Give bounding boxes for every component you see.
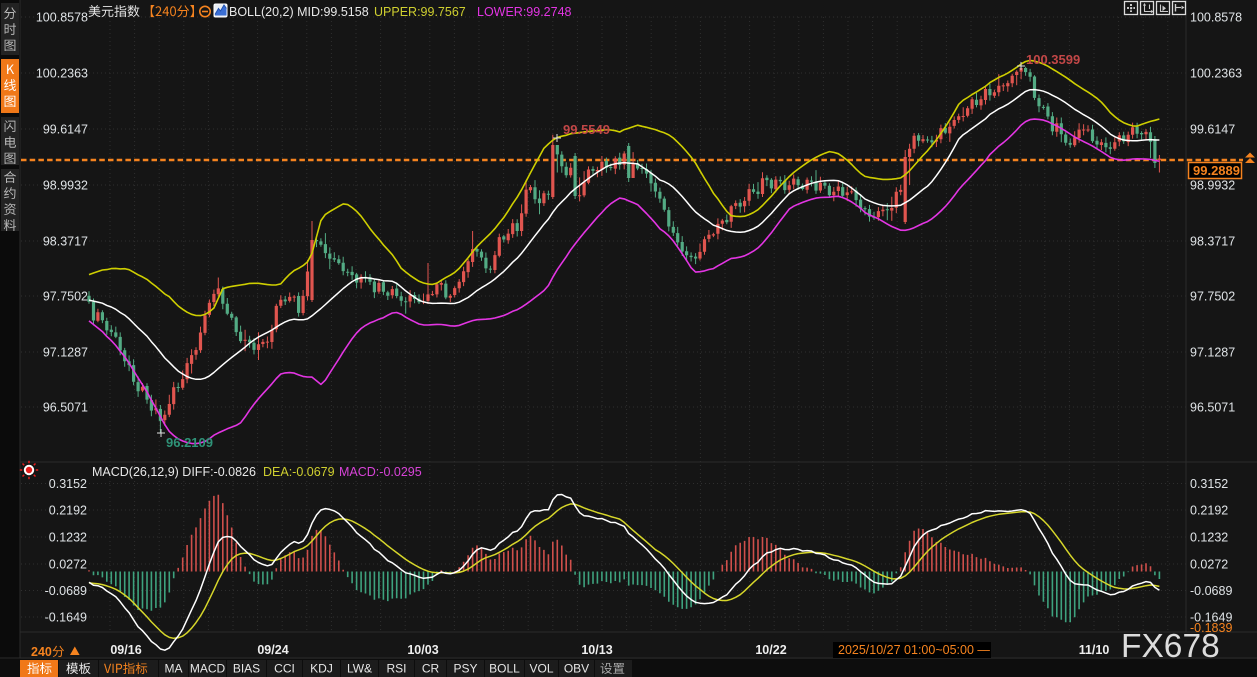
svg-text:97.7502: 97.7502 — [1190, 290, 1235, 304]
svg-text:100.8578: 100.8578 — [36, 11, 88, 25]
svg-text:RSI: RSI — [386, 662, 406, 676]
svg-text:BOLL: BOLL — [489, 662, 520, 676]
svg-text:98.9932: 98.9932 — [1190, 179, 1235, 193]
svg-text:DEA:-0.0679: DEA:-0.0679 — [263, 465, 335, 479]
svg-text:240: 240 — [31, 645, 52, 659]
svg-text:10/22: 10/22 — [755, 643, 786, 657]
svg-text:100.8578: 100.8578 — [1190, 11, 1242, 25]
svg-text:UPPER:99.7567: UPPER:99.7567 — [374, 5, 466, 19]
svg-text:PSY: PSY — [453, 662, 477, 676]
svg-text:09/24: 09/24 — [257, 643, 288, 657]
svg-text:98.3717: 98.3717 — [1190, 235, 1235, 249]
svg-text:MACD: MACD — [190, 662, 226, 676]
svg-text:KDJ: KDJ — [310, 662, 333, 676]
svg-text:CCI: CCI — [274, 662, 295, 676]
svg-text:0.2192: 0.2192 — [49, 504, 87, 518]
svg-text:100.2363: 100.2363 — [36, 67, 88, 81]
svg-text:99.5549: 99.5549 — [563, 122, 610, 137]
svg-text:CR: CR — [422, 662, 440, 676]
svg-text:98.9932: 98.9932 — [43, 179, 88, 193]
svg-text:MACD(26,12,9) DIFF:-0.0826: MACD(26,12,9) DIFF:-0.0826 — [92, 465, 256, 479]
svg-text:99.2889: 99.2889 — [1193, 163, 1240, 178]
svg-text:96.2109: 96.2109 — [166, 435, 213, 450]
svg-text:0.0272: 0.0272 — [1190, 558, 1228, 572]
svg-text:100.2363: 100.2363 — [1190, 67, 1242, 81]
svg-text:0.2192: 0.2192 — [1190, 504, 1228, 518]
svg-text:VOL: VOL — [529, 662, 553, 676]
svg-text:0.3152: 0.3152 — [49, 477, 87, 491]
svg-text:10/03: 10/03 — [407, 643, 438, 657]
svg-text:-0.0689: -0.0689 — [45, 584, 87, 598]
svg-text:10/13: 10/13 — [581, 643, 612, 657]
svg-text:11/10: 11/10 — [1079, 643, 1110, 657]
svg-text:0.3152: 0.3152 — [1190, 477, 1228, 491]
svg-text:-0.1649: -0.1649 — [45, 611, 87, 625]
svg-text:MA: MA — [165, 662, 183, 676]
svg-text:100.3599: 100.3599 — [1026, 52, 1080, 67]
svg-text:97.7502: 97.7502 — [43, 290, 88, 304]
svg-text:0.1232: 0.1232 — [49, 531, 87, 545]
svg-text:96.5071: 96.5071 — [1190, 401, 1235, 415]
svg-text:97.1287: 97.1287 — [1190, 346, 1235, 360]
svg-text:98.3717: 98.3717 — [43, 235, 88, 249]
svg-text:LOWER:99.2748: LOWER:99.2748 — [477, 5, 572, 19]
svg-text:0.1232: 0.1232 — [1190, 531, 1228, 545]
svg-text:2025/10/27 01:00~05:00 —: 2025/10/27 01:00~05:00 — — [838, 643, 990, 657]
svg-text:LW&: LW& — [347, 662, 372, 676]
svg-text:BOLL(20,2) MID:99.5158: BOLL(20,2) MID:99.5158 — [229, 5, 369, 19]
svg-text:09/16: 09/16 — [110, 643, 141, 657]
svg-text:97.1287: 97.1287 — [43, 346, 88, 360]
svg-text:96.5071: 96.5071 — [43, 401, 88, 415]
svg-text:-0.0689: -0.0689 — [1190, 584, 1232, 598]
svg-text:99.6147: 99.6147 — [1190, 123, 1235, 137]
svg-text:MACD:-0.0295: MACD:-0.0295 — [339, 465, 422, 479]
svg-text:OBV: OBV — [564, 662, 589, 676]
svg-text:0.0272: 0.0272 — [49, 558, 87, 572]
svg-text:99.6147: 99.6147 — [43, 123, 88, 137]
svg-text:BIAS: BIAS — [233, 662, 260, 676]
